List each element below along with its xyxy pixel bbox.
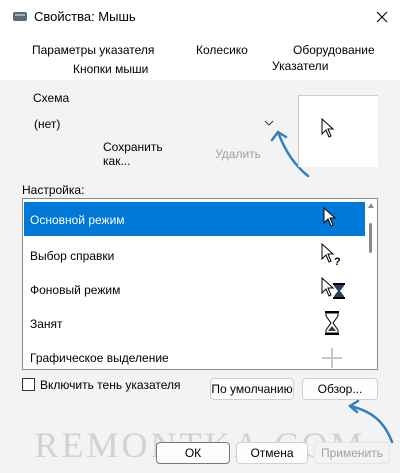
tab-pointer-options[interactable]: Параметры указателя <box>32 43 154 57</box>
pointer-shadow-label: Включить тень указателя <box>40 378 181 392</box>
list-item-working-in-background[interactable]: Фоновый режим <box>24 272 366 306</box>
scheme-value: (нет) <box>34 117 61 131</box>
apply-label: Применить <box>320 446 383 460</box>
list-item-label: Основной режим <box>30 213 125 227</box>
list-scrollbar[interactable] <box>365 199 377 369</box>
busy-hourglass-icon <box>325 311 339 335</box>
mouse-icon <box>13 12 27 21</box>
title-bar: Свойства: Мышь <box>0 0 400 34</box>
cursor-list[interactable]: Основной режим Выбор справки ? Фоновый р… <box>22 198 378 370</box>
list-item-label: Выбор справки <box>30 249 115 263</box>
pointer-shadow-checkbox[interactable] <box>22 378 35 391</box>
scroll-thumb[interactable] <box>369 223 372 253</box>
browse-button[interactable]: Обзор... <box>302 378 378 400</box>
precision-crosshair-icon <box>322 348 342 368</box>
arrow-cursor-icon <box>323 206 337 227</box>
tab-wheel[interactable]: Колесико <box>196 43 248 57</box>
list-item-busy[interactable]: Занят <box>24 306 366 340</box>
help-cursor-icon: ? <box>321 242 341 268</box>
arrow-cursor-icon <box>321 118 335 138</box>
close-icon <box>376 11 388 23</box>
use-default-label: По умолчанию <box>211 382 293 396</box>
list-item-normal[interactable]: Основной режим <box>24 202 366 236</box>
tab-pointers[interactable]: Указатели <box>272 59 328 73</box>
tab-strip: Параметры указателя Колесико Оборудовани… <box>0 38 400 80</box>
list-item-label: Занят <box>30 317 63 331</box>
list-item-help[interactable]: Выбор справки ? <box>24 238 366 272</box>
use-default-button[interactable]: По умолчанию <box>210 378 294 400</box>
window-title: Свойства: Мышь <box>34 9 136 24</box>
working-background-cursor-icon <box>321 276 345 299</box>
pointer-preview <box>298 95 378 167</box>
svg-text:?: ? <box>334 256 341 268</box>
list-item-label: Фоновый режим <box>30 283 121 297</box>
list-item-label: Графическое выделение <box>30 351 169 365</box>
close-button[interactable] <box>364 0 400 34</box>
tab-buttons[interactable]: Кнопки мыши <box>73 62 148 76</box>
tab-hardware[interactable]: Оборудование <box>293 43 375 57</box>
scheme-label: Схема <box>33 91 70 105</box>
ok-label: ОК <box>184 446 202 460</box>
cancel-button[interactable]: Отмена <box>236 442 308 464</box>
scroll-up-icon[interactable] <box>368 203 374 208</box>
customize-label: Настройка: <box>22 183 85 197</box>
scheme-dropdown[interactable]: (нет) <box>28 112 280 136</box>
delete-label: Удалить <box>215 147 261 161</box>
save-as-button[interactable]: Сохранить как... <box>102 140 194 168</box>
cancel-label: Отмена <box>250 446 294 460</box>
list-item-precision-select[interactable]: Графическое выделение <box>24 340 366 369</box>
delete-button[interactable]: Удалить <box>200 144 276 164</box>
ok-button[interactable]: ОК <box>156 442 230 464</box>
save-as-label: Сохранить как... <box>103 140 163 168</box>
apply-button[interactable]: Применить <box>314 442 390 464</box>
browse-label: Обзор... <box>317 382 363 396</box>
